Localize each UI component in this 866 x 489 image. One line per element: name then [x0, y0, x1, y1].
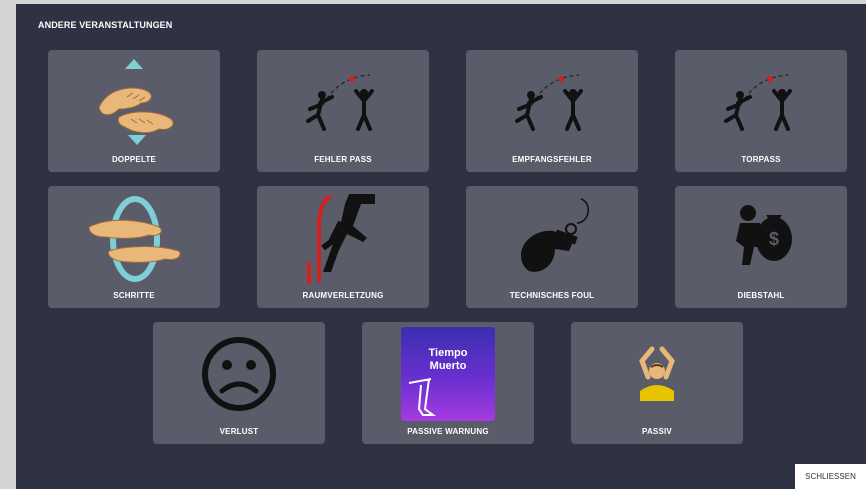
dialog-panel: ANDERE VERANSTALTUNGEN DOPPELTE FEHLER P… [16, 4, 866, 489]
tile-label: TECHNISCHES FOUL [509, 291, 595, 300]
svg-text:$: $ [769, 229, 779, 249]
tile-schritte[interactable]: SCHRITTE [48, 186, 220, 308]
tile-empfangsfehler[interactable]: EMPFANGSFEHLER [466, 50, 638, 172]
tile-label: DOPPELTE [111, 155, 157, 164]
timeout-card-text: Tiempo Muerto [428, 347, 468, 372]
tile-label: EMPFANGSFEHLER [512, 155, 592, 164]
tile-label: DIEBSTAHL [737, 291, 785, 300]
tile-raumverletzung[interactable]: RAUMVERLETZUNG [257, 186, 429, 308]
tile-label: VERLUST [219, 427, 259, 436]
area-violation-runner-icon [257, 192, 429, 284]
traveling-hands-icon [48, 192, 220, 284]
tile-passive-warnung[interactable]: Tiempo Muerto PASSIVE WARNUNG [362, 322, 534, 444]
hand-gesture-icon [408, 378, 436, 416]
tile-verlust[interactable]: VERLUST [153, 322, 325, 444]
tile-label: TORPASS [741, 155, 781, 164]
whistle-icon [466, 192, 638, 284]
tile-label: PASSIVE WARNUNG [407, 427, 489, 436]
sad-face-icon [153, 328, 325, 420]
double-dribble-hands-icon [48, 56, 220, 148]
tile-label: PASSIV [642, 427, 672, 436]
tile-label: RAUMVERLETZUNG [302, 291, 384, 300]
tile-diebstahl[interactable]: $ DIEBSTAHL [675, 186, 847, 308]
timeout-card-icon: Tiempo Muerto [362, 327, 534, 421]
tile-torpass[interactable]: TORPASS [675, 50, 847, 172]
bad-pass-players-icon [257, 56, 429, 148]
tile-doppelte[interactable]: DOPPELTE [48, 50, 220, 172]
tile-fehler-pass[interactable]: FEHLER PASS [257, 50, 429, 172]
close-button[interactable]: SCHLIESSEN [795, 464, 866, 489]
receiving-error-players-icon [466, 56, 638, 148]
tile-technisches-foul[interactable]: TECHNISCHES FOUL [466, 186, 638, 308]
tile-label: SCHRITTE [113, 291, 155, 300]
thief-money-bag-icon: $ [675, 192, 847, 284]
assist-players-icon [675, 56, 847, 148]
tile-label: FEHLER PASS [314, 155, 372, 164]
tile-passiv[interactable]: PASSIV [571, 322, 743, 444]
passive-referee-icon [571, 328, 743, 420]
dialog-title: ANDERE VERANSTALTUNGEN [38, 20, 173, 30]
